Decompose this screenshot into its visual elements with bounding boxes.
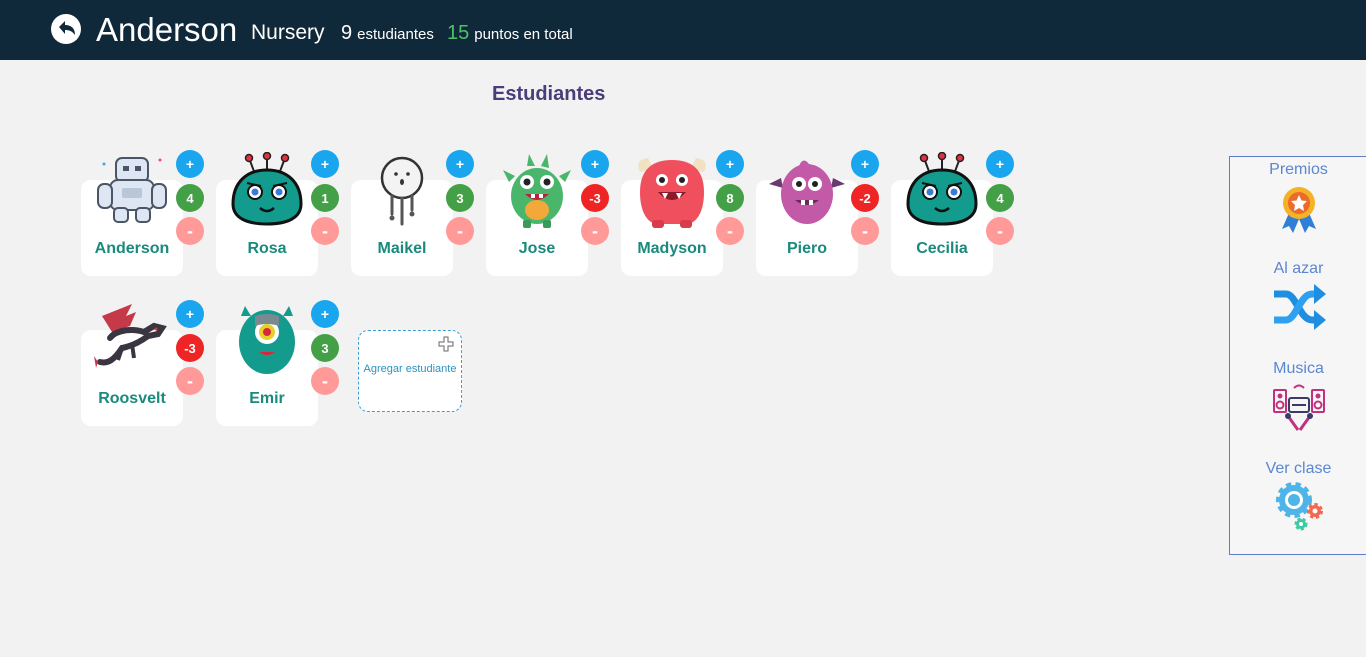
back-arrow-icon[interactable] xyxy=(50,13,82,45)
page-title: Anderson xyxy=(96,11,238,48)
ghost-monster-icon xyxy=(380,156,424,226)
top-bar: Anderson Nursery 9 estudiantes 15 puntos e… xyxy=(0,0,1366,60)
points-total-stat: 15 puntos en total xyxy=(447,20,573,48)
sidebar-item-label: Ver clase xyxy=(1265,460,1332,477)
class-name: Nursery xyxy=(251,21,325,44)
student-card[interactable]: Anderson xyxy=(81,157,183,276)
remove-point-button[interactable]: - xyxy=(176,367,204,395)
points-badge: 3 xyxy=(311,334,339,362)
add-point-button[interactable]: + xyxy=(581,150,609,178)
add-point-button[interactable]: + xyxy=(176,300,204,328)
add-point-button[interactable]: + xyxy=(176,150,204,178)
student-card[interactable]: Maikel xyxy=(351,156,453,276)
green-alien-monster-icon xyxy=(906,152,978,226)
sidebar-item-label: Premios xyxy=(1269,161,1328,178)
sidebar-item-label: Al azar xyxy=(1273,260,1324,277)
student-name: Roosvelt xyxy=(98,390,166,407)
student-card[interactable]: Emir xyxy=(216,306,318,426)
add-point-button[interactable]: + xyxy=(986,150,1014,178)
students-count-stat: 9 estudiantes xyxy=(341,20,434,48)
green-spiky-monster-icon xyxy=(503,154,571,228)
section-title: Estudiantes xyxy=(492,83,606,105)
add-point-button[interactable]: + xyxy=(851,150,879,178)
points-badge: -3 xyxy=(176,334,204,362)
student-card[interactable]: Piero xyxy=(756,160,858,276)
sidebar-item-musica[interactable]: Musica xyxy=(1230,358,1366,448)
students-count: 9 xyxy=(341,22,353,44)
student-name: Cecilia xyxy=(916,240,968,257)
plus-icon xyxy=(438,336,454,352)
points-badge: -2 xyxy=(851,184,879,212)
student-card[interactable]: Rosa xyxy=(216,152,318,276)
remove-point-button[interactable]: - xyxy=(986,217,1014,245)
student-card[interactable]: Roosvelt xyxy=(81,304,183,426)
remove-point-button[interactable]: - xyxy=(311,217,339,245)
student-name: Emir xyxy=(249,390,285,407)
students-label: estudiantes xyxy=(357,26,434,43)
add-student-button[interactable]: Agregar estudiante xyxy=(358,330,462,412)
points-badge: 8 xyxy=(716,184,744,212)
sidebar-item-label: Musica xyxy=(1273,360,1324,377)
student-card[interactable]: Jose xyxy=(486,154,588,276)
student-card[interactable]: Cecilia xyxy=(891,152,993,276)
add-point-button[interactable]: + xyxy=(311,150,339,178)
purple-monster-icon xyxy=(769,160,845,224)
sidebar-item-ver-clase[interactable]: Ver clase xyxy=(1230,458,1366,548)
cyclops-monster-icon xyxy=(239,306,295,374)
remove-point-button[interactable]: - xyxy=(446,217,474,245)
student-name: Jose xyxy=(518,240,556,257)
points-badge: 4 xyxy=(176,184,204,212)
music-speakers-icon xyxy=(1273,384,1325,431)
remove-point-button[interactable]: - xyxy=(851,217,879,245)
points-total: 15 xyxy=(447,22,470,44)
add-point-button[interactable]: + xyxy=(446,150,474,178)
student-card[interactable]: Madyson xyxy=(621,158,723,276)
remove-point-button[interactable]: - xyxy=(716,217,744,245)
points-badge: -3 xyxy=(581,184,609,212)
student-name: Piero xyxy=(786,240,827,257)
student-name: Madyson xyxy=(637,240,707,257)
student-name: Maikel xyxy=(377,240,427,257)
remove-point-button[interactable]: - xyxy=(581,217,609,245)
points-badge: 3 xyxy=(446,184,474,212)
add-point-button[interactable]: + xyxy=(716,150,744,178)
points-label: puntos en total xyxy=(474,26,573,43)
student-name: Rosa xyxy=(247,240,287,257)
robot-monster-icon xyxy=(97,157,167,223)
green-alien-monster-icon xyxy=(231,152,303,226)
points-badge: 1 xyxy=(311,184,339,212)
remove-point-button[interactable]: - xyxy=(311,367,339,395)
award-medal-icon xyxy=(1282,187,1316,233)
add-point-button[interactable]: + xyxy=(311,300,339,328)
gears-icon xyxy=(1276,482,1323,531)
points-badge: 4 xyxy=(986,184,1014,212)
sidebar-item-premios[interactable]: Premios xyxy=(1230,159,1366,249)
shuffle-icon xyxy=(1274,284,1326,330)
add-student-label: Agregar estudiante xyxy=(363,363,457,375)
tools-sidebar: Premios Al azar Musica Ver clase xyxy=(1229,156,1366,555)
red-furry-monster-icon xyxy=(638,158,706,228)
remove-point-button[interactable]: - xyxy=(176,217,204,245)
student-name: Anderson xyxy=(94,240,170,257)
sidebar-item-al-azar[interactable]: Al azar xyxy=(1230,258,1366,348)
dragon-monster-icon xyxy=(94,304,167,368)
